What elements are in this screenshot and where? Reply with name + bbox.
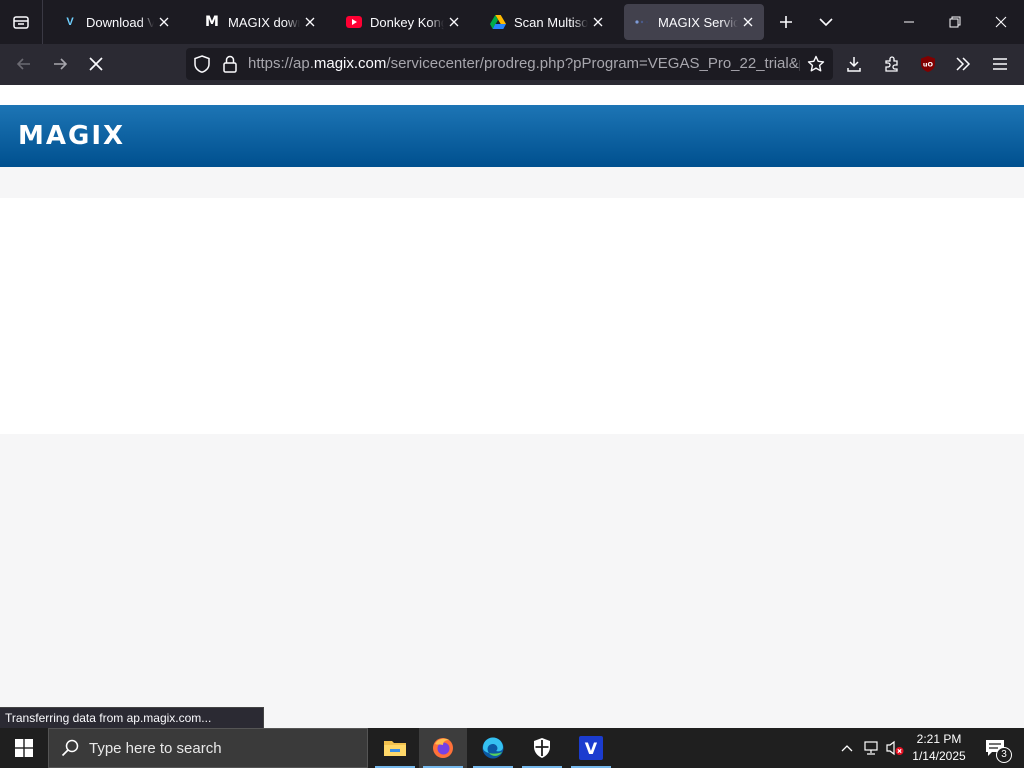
list-all-tabs-button[interactable]: [803, 0, 849, 44]
close-icon: [995, 16, 1007, 28]
restore-button[interactable]: [932, 0, 978, 44]
tab-magix-download[interactable]: M MAGIX download: [194, 4, 326, 40]
stop-icon: [89, 57, 103, 71]
loading-dots-icon: [634, 14, 650, 30]
svg-text:V: V: [585, 739, 598, 758]
search-icon: [61, 739, 79, 757]
clock-time: 2:21 PM: [916, 732, 962, 746]
arrow-right-icon: [54, 58, 68, 70]
volume-tray-button[interactable]: [884, 728, 906, 768]
page-top-strip: [0, 85, 1024, 105]
folder-icon: [384, 741, 406, 756]
forward-button[interactable]: [44, 48, 76, 80]
hamburger-menu-icon: [993, 58, 1007, 70]
vegas-v-icon: V: [66, 16, 74, 28]
downloads-button[interactable]: [838, 48, 870, 80]
google-drive-icon: [490, 14, 506, 30]
taskbar-clock[interactable]: 2:21 PM 1/14/2025: [906, 728, 972, 768]
url-path: /servicecenter/prodreg.php?pProgram=VEGA…: [386, 55, 800, 72]
url-scheme-prefix: https://ap.: [248, 55, 314, 72]
tab-title: MAGIX download: [228, 14, 300, 30]
network-icon: [864, 741, 878, 755]
taskbar-edge[interactable]: [469, 728, 517, 768]
content-panel: [0, 198, 1024, 434]
notification-center-button[interactable]: 3: [978, 728, 1012, 768]
taskbar-file-explorer[interactable]: [371, 728, 419, 768]
vegas-v-icon: V: [579, 736, 603, 760]
show-hidden-icons-button[interactable]: [836, 728, 858, 768]
url-host: magix.com: [313, 55, 387, 72]
network-tray-button[interactable]: [860, 728, 882, 768]
firefox-view-icon: [13, 16, 29, 29]
plus-icon: [780, 16, 792, 28]
extensions-button[interactable]: [876, 48, 908, 80]
download-icon: [847, 57, 861, 72]
close-icon[interactable]: [740, 14, 756, 30]
search-placeholder: Type here to search: [89, 739, 222, 757]
svg-text:uO: uO: [923, 61, 934, 69]
puzzle-icon: [885, 56, 898, 72]
url-text[interactable]: https://ap.magix.com/servicecenter/prodr…: [248, 48, 800, 80]
taskbar-firefox[interactable]: [419, 728, 467, 768]
magix-m-icon: M: [205, 14, 219, 30]
taskbar-windows-security[interactable]: [518, 728, 566, 768]
minimize-button[interactable]: [886, 0, 932, 44]
firefox-view-button[interactable]: [0, 0, 43, 44]
chevron-up-icon: [841, 745, 853, 752]
shield-icon: [534, 738, 550, 758]
stop-button[interactable]: [80, 48, 112, 80]
windows-logo-icon: [15, 739, 33, 757]
back-button[interactable]: [8, 48, 40, 80]
minimize-icon: [904, 21, 914, 23]
close-window-button[interactable]: [978, 0, 1024, 44]
tab-title: Donkey Kong Country: [370, 14, 444, 30]
app-menu-button[interactable]: [984, 48, 1016, 80]
clock-date: 1/14/2025: [912, 749, 966, 763]
start-button[interactable]: [0, 728, 48, 768]
taskbar-vegas[interactable]: V: [567, 728, 615, 768]
chevron-down-icon: [819, 18, 833, 27]
firefox-icon: [433, 738, 453, 758]
taskbar-search-box[interactable]: Type here to search: [48, 728, 368, 768]
speaker-muted-icon: [886, 740, 904, 756]
arrow-left-icon: [16, 58, 30, 70]
status-panel: Transferring data from ap.magix.com...: [0, 707, 264, 728]
bookmark-star-icon[interactable]: [807, 55, 825, 78]
tab-title: Download VEGAS Pro: [86, 14, 154, 30]
close-icon[interactable]: [156, 14, 172, 30]
tab-magix-service-center[interactable]: MAGIX Service Center: [624, 4, 764, 40]
address-bar[interactable]: https://ap.magix.com/servicecenter/prodr…: [186, 48, 833, 80]
edge-icon: [482, 737, 504, 759]
close-icon[interactable]: [446, 14, 462, 30]
tab-title: Scan Multisource: [514, 14, 588, 30]
tab-download-vegas[interactable]: V Download VEGAS Pro: [52, 4, 180, 40]
magix-header-bar: [0, 105, 1024, 167]
tracking-protection-shield-icon[interactable]: [193, 55, 211, 78]
youtube-icon: [346, 14, 362, 30]
tab-youtube[interactable]: Donkey Kong Country: [336, 4, 470, 40]
restore-icon: [949, 16, 961, 28]
chevrons-right-icon: [956, 57, 971, 71]
ublock-origin-button[interactable]: uO: [912, 48, 944, 80]
browser-tab-bar: V Download VEGAS Pro M MAGIX download Do…: [0, 0, 1024, 44]
more-tools-button[interactable]: [947, 48, 979, 80]
close-icon[interactable]: [302, 14, 318, 30]
magix-logo[interactable]: MAGIX: [18, 121, 125, 151]
tab-title: MAGIX Service Center: [658, 14, 738, 30]
close-icon[interactable]: [590, 14, 606, 30]
ublock-origin-icon: uO: [921, 56, 935, 72]
notification-count-badge: 3: [996, 747, 1012, 763]
page-content: MAGIX: [0, 85, 1024, 728]
windows-taskbar: Type here to search V 2:21 PM 1/14/2025 …: [0, 728, 1024, 768]
tab-google-drive[interactable]: Scan Multisource: [480, 4, 614, 40]
lock-icon[interactable]: [222, 55, 238, 78]
